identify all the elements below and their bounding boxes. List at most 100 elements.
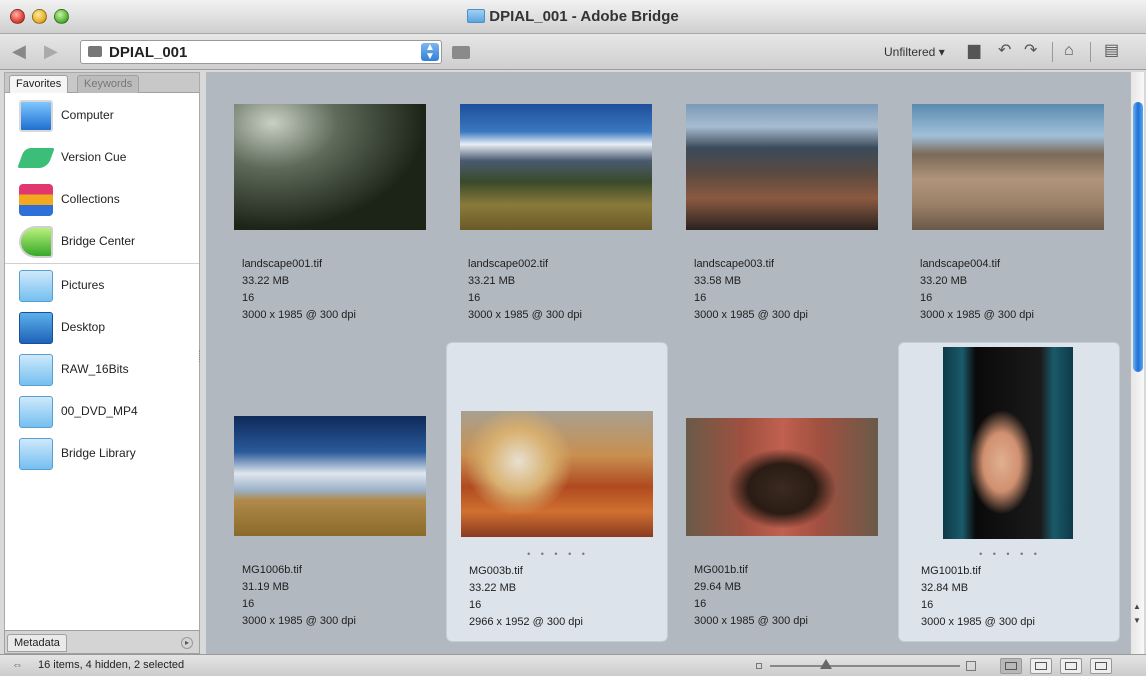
sidebar-item-label: Desktop [61, 320, 106, 334]
path-label: DPIAL_001 [109, 44, 188, 61]
toolbar-divider [1052, 42, 1053, 62]
file-size: 33.22 MB [469, 582, 517, 594]
list-view-button[interactable] [1090, 658, 1112, 674]
sidebar-item-pictures[interactable]: Pictures [5, 265, 199, 307]
rating-stars[interactable]: • • • • • [447, 549, 669, 559]
thumbnail-image[interactable] [460, 104, 652, 230]
show-hide-panels-icon[interactable]: ⇔ [12, 659, 23, 671]
sidebar-item-label: Collections [61, 192, 120, 206]
file-name: MG1006b.tif [242, 564, 302, 576]
scroll-up-icon[interactable]: ▲ [1133, 602, 1141, 611]
file-size: 33.22 MB [242, 275, 290, 287]
tab-keywords[interactable]: Keywords [77, 75, 140, 93]
dimensions: 3000 x 1985 @ 300 dpi [242, 309, 356, 321]
folder-icon [88, 46, 102, 57]
thumbnail-cell[interactable]: landscape001.tif 33.22 MB 16 3000 x 1985… [220, 94, 442, 350]
dimensions: 3000 x 1985 @ 300 dpi [242, 615, 356, 627]
dimensions: 3000 x 1985 @ 300 dpi [921, 616, 1035, 628]
title-bar: DPIAL_001 - Adobe Bridge [0, 0, 1146, 34]
forward-arrow-icon[interactable]: ▶ [44, 42, 58, 60]
sidebar-item-label: Bridge Center [61, 234, 136, 248]
bit-depth: 16 [469, 599, 482, 611]
thumbnail-image[interactable] [912, 104, 1104, 230]
scroll-down-icon[interactable]: ▼ [1133, 616, 1141, 625]
trash-icon[interactable]: ⌂ [1064, 43, 1074, 59]
sidebar-item-raw-16bits[interactable]: RAW_16Bits [5, 349, 199, 391]
scrollbar-thumb[interactable] [1133, 102, 1143, 372]
tab-metadata[interactable]: Metadata [7, 634, 67, 652]
favorites-panel: Favorites Keywords Computer Version Cue … [4, 72, 200, 654]
desktop-icon [19, 312, 53, 344]
tab-favorites[interactable]: Favorites [9, 75, 69, 93]
folder-icon [19, 438, 53, 470]
sidebar-item-label: Version Cue [61, 150, 127, 164]
bridge-center-icon [19, 226, 53, 258]
sidebar-item-bridge-library[interactable]: Bridge Library [5, 433, 199, 475]
sidebar-divider [5, 263, 199, 264]
dimensions: 3000 x 1985 @ 300 dpi [920, 309, 1034, 321]
path-dropdown[interactable]: DPIAL_001 ▲ ▼ [80, 40, 442, 64]
window-title: DPIAL_001 - Adobe Bridge [0, 8, 1146, 25]
thumbnail-image[interactable] [943, 347, 1073, 539]
sidebar-item-version-cue[interactable]: Version Cue [5, 137, 199, 179]
dimensions: 3000 x 1985 @ 300 dpi [694, 615, 808, 627]
folder-icon [467, 9, 486, 23]
thumbnail-cell[interactable]: landscape004.tif 33.20 MB 16 3000 x 1985… [898, 94, 1120, 350]
bit-depth: 16 [694, 598, 707, 610]
sidebar-item-desktop[interactable]: Desktop [5, 307, 199, 349]
dimensions: 2966 x 1952 @ 300 dpi [469, 616, 583, 628]
sidebar-item-collections[interactable]: Collections [5, 179, 199, 221]
file-name: landscape001.tif [242, 258, 323, 270]
file-name: MG001b.tif [694, 564, 748, 576]
status-text: 16 items, 4 hidden, 2 selected [38, 659, 185, 671]
thumbnail-cell-selected[interactable]: • • • • • MG003b.tif 33.22 MB 16 2966 x … [446, 342, 668, 642]
sidebar-item-bridge-center[interactable]: Bridge Center [5, 221, 199, 263]
reveal-in-finder-icon[interactable] [452, 46, 470, 59]
thumbnail-cell[interactable]: landscape002.tif 33.21 MB 16 3000 x 1985… [446, 94, 668, 350]
thumbnail-size-slider[interactable] [770, 665, 960, 667]
filter-dropdown[interactable]: Unfiltered ▾ [884, 45, 945, 59]
rotate-left-icon[interactable]: ↶ [998, 43, 1011, 59]
thumbnail-cell[interactable]: MG001b.tif 29.64 MB 16 3000 x 1985 @ 300… [672, 342, 894, 627]
computer-icon [19, 100, 53, 132]
metadata-panel-bar: Metadata ▸ [4, 630, 200, 654]
bit-depth: 16 [468, 292, 481, 304]
vertical-scrollbar[interactable]: ▲ ▼ [1130, 72, 1144, 654]
thumbnail-view-button[interactable] [1000, 658, 1022, 674]
thumbnail-image[interactable] [686, 418, 878, 536]
details-view-button[interactable] [1060, 658, 1082, 674]
thumbnail-cell[interactable]: MG1006b.tif 31.19 MB 16 3000 x 1985 @ 30… [220, 342, 442, 627]
sidebar-item-label: Computer [61, 108, 114, 122]
filmstrip-view-button[interactable] [1030, 658, 1052, 674]
rating-stars[interactable]: • • • • • [899, 549, 1121, 559]
zoom-in-icon[interactable] [966, 661, 976, 671]
slider-handle[interactable] [820, 659, 832, 669]
dimensions: 3000 x 1985 @ 300 dpi [468, 309, 582, 321]
file-name: landscape004.tif [920, 258, 1001, 270]
sidebar-item-label: Bridge Library [61, 446, 136, 460]
chevron-updown-icon[interactable]: ▲ ▼ [421, 43, 439, 62]
file-name: MG003b.tif [469, 565, 523, 577]
expand-arrow-icon[interactable]: ▸ [181, 637, 193, 649]
back-arrow-icon[interactable]: ◀ [12, 42, 26, 60]
panel-tabs: Favorites Keywords [5, 73, 199, 93]
thumbnail-cell-selected[interactable]: • • • • • MG1001b.tif 32.84 MB 16 3000 x… [898, 342, 1120, 642]
sidebar-item-dvd-mp4[interactable]: 00_DVD_MP4 [5, 391, 199, 433]
zoom-out-icon[interactable] [756, 663, 762, 669]
file-size: 33.58 MB [694, 275, 742, 287]
thumbnail-cell[interactable]: landscape003.tif 33.58 MB 16 3000 x 1985… [672, 94, 894, 350]
sidebar-item-label: Pictures [61, 278, 105, 292]
thumbnail-image[interactable] [461, 411, 653, 537]
new-folder-icon[interactable]: ▆ [968, 43, 980, 59]
toolbar-divider [1090, 42, 1091, 62]
thumbnail-image[interactable] [234, 104, 426, 230]
thumbnail-image[interactable] [686, 104, 878, 230]
file-name: landscape003.tif [694, 258, 775, 270]
sidebar-item-label: 00_DVD_MP4 [61, 404, 138, 418]
thumbnail-image[interactable] [234, 416, 426, 536]
rotate-right-icon[interactable]: ↷ [1024, 43, 1037, 59]
panel-splitter[interactable] [199, 350, 202, 362]
pictures-folder-icon [19, 270, 53, 302]
sidebar-item-computer[interactable]: Computer [5, 95, 199, 137]
compact-mode-icon[interactable]: ▤ [1104, 43, 1119, 59]
